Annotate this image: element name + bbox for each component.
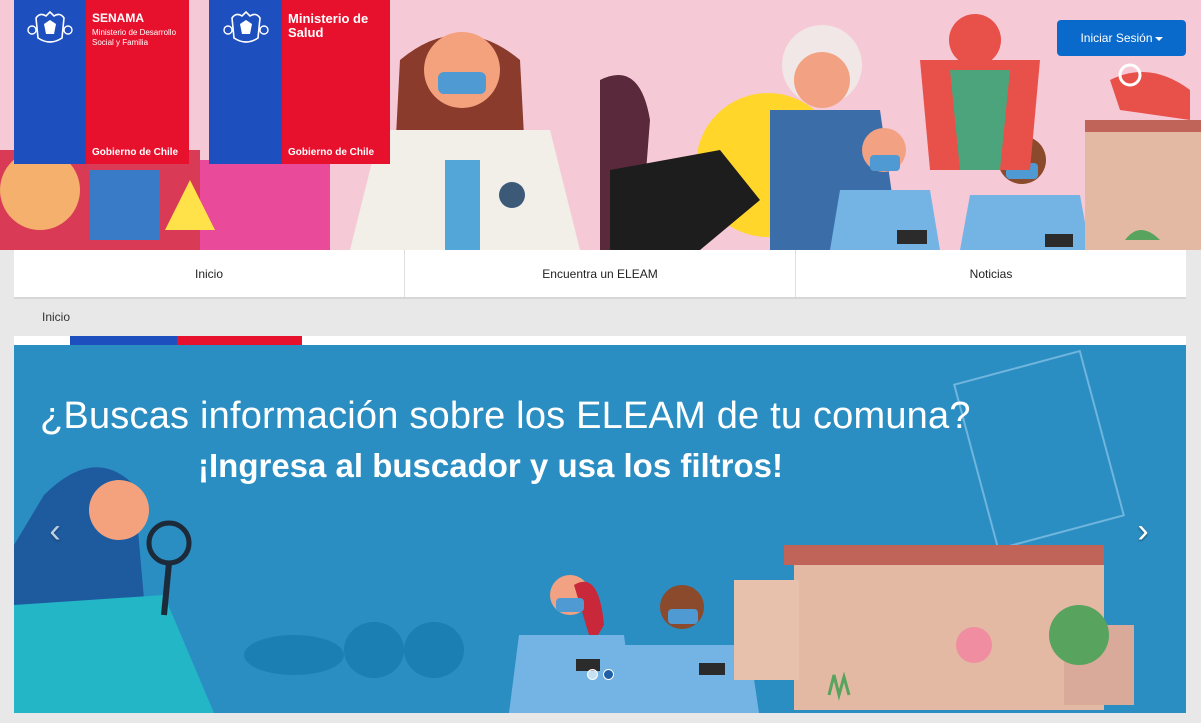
senama-logo-text: SENAMA Ministerio de Desarrollo Social y… — [86, 0, 189, 164]
carousel-title: ¿Buscas información sobre los ELEAM de t… — [40, 395, 971, 437]
gov-color-bar — [14, 336, 1186, 345]
carousel-indicator-2[interactable] — [603, 669, 614, 680]
login-label: Iniciar Sesión — [1080, 31, 1153, 45]
caret-down-icon — [1154, 37, 1163, 41]
nav-item-encuentra-eleam[interactable]: Encuentra un ELEAM — [405, 250, 796, 297]
carousel: ¿Buscas información sobre los ELEAM de t… — [14, 345, 1186, 713]
senama-logo[interactable]: SENAMA Ministerio de Desarrollo Social y… — [14, 0, 189, 164]
nav-item-inicio[interactable]: Inicio — [14, 250, 405, 297]
carousel-indicators — [587, 669, 614, 680]
gov-bar-blue — [70, 336, 177, 345]
minsal-logo[interactable]: Ministerio de Salud Gobierno de Chile — [209, 0, 390, 164]
breadcrumb[interactable]: Inicio — [42, 310, 70, 324]
senama-footer: Gobierno de Chile — [92, 147, 179, 158]
nav-item-noticias[interactable]: Noticias — [796, 250, 1186, 297]
carousel-subtitle: ¡Ingresa al buscador y usa los filtros! — [198, 447, 783, 484]
carousel-indicator-1[interactable] — [587, 669, 598, 680]
minsal-footer: Gobierno de Chile — [288, 147, 375, 158]
login-button[interactable]: Iniciar Sesión — [1057, 20, 1186, 56]
carousel-next-icon[interactable]: › — [1128, 513, 1158, 549]
chile-coat-of-arms-icon — [209, 0, 282, 164]
minsal-logo-text: Ministerio de Salud Gobierno de Chile — [282, 0, 390, 164]
gov-bar-red — [177, 336, 302, 345]
main-nav: Inicio Encuentra un ELEAM Noticias — [14, 250, 1186, 299]
chile-coat-of-arms-icon — [14, 0, 86, 164]
senama-title: SENAMA — [92, 11, 145, 25]
senama-subtitle: Ministerio de Desarrollo Social y Famili… — [92, 27, 177, 47]
minsal-title: Ministerio de Salud — [288, 11, 369, 40]
carousel-prev-icon[interactable]: ‹ — [40, 513, 70, 549]
